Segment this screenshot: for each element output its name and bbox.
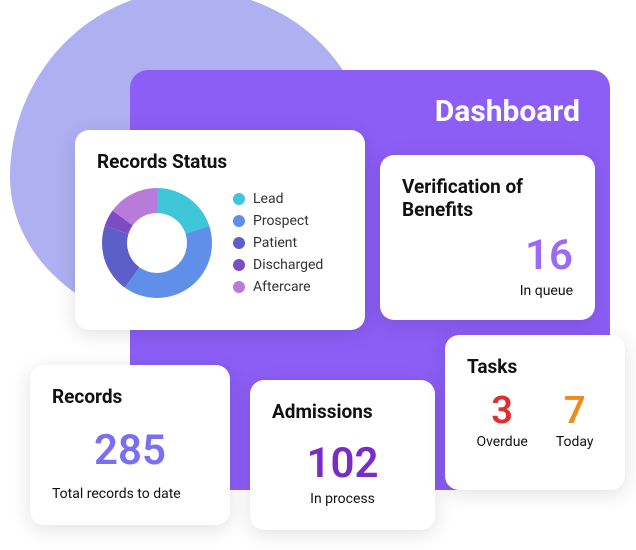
legend-item: Lead — [233, 191, 323, 207]
tasks-card: Tasks 3 Overdue 7 Today — [445, 335, 625, 490]
vob-card: Verification of Benefits 16 In queue — [380, 155, 595, 320]
records-title: Records — [52, 385, 208, 408]
records-status-legend: Lead Prospect Patient Discharged Aftercare — [233, 191, 323, 295]
records-sub: Total records to date — [52, 486, 208, 502]
legend-label: Prospect — [253, 213, 309, 229]
admissions-value: 102 — [272, 443, 413, 485]
records-card: Records 285 Total records to date — [30, 365, 230, 525]
legend-item: Prospect — [233, 213, 323, 229]
legend-dot-icon — [233, 281, 245, 293]
donut-segment — [125, 226, 212, 298]
legend-dot-icon — [233, 259, 245, 271]
vob-sub: In queue — [402, 283, 573, 299]
legend-label: Patient — [253, 235, 297, 251]
legend-dot-icon — [233, 193, 245, 205]
dashboard-title: Dashboard — [435, 94, 580, 129]
records-status-card: Records Status Lead Prospect Patient Discha… — [75, 130, 365, 330]
records-status-title: Records Status — [97, 150, 343, 173]
tasks-today-label: Today — [556, 434, 594, 450]
legend-dot-icon — [233, 215, 245, 227]
tasks-title: Tasks — [467, 355, 603, 378]
legend-label: Aftercare — [253, 279, 311, 295]
records-status-donut-chart — [97, 183, 217, 303]
tasks-today-value: 7 — [556, 392, 594, 430]
vob-value: 16 — [402, 235, 573, 277]
legend-label: Discharged — [253, 257, 323, 273]
admissions-sub: In process — [272, 491, 413, 507]
tasks-overdue-label: Overdue — [476, 434, 527, 450]
records-value: 285 — [52, 430, 208, 472]
legend-dot-icon — [233, 237, 245, 249]
legend-label: Lead — [253, 191, 283, 207]
donut-segment — [157, 188, 209, 234]
legend-item: Patient — [233, 235, 323, 251]
admissions-title: Admissions — [272, 400, 413, 423]
tasks-overdue-value: 3 — [476, 392, 527, 430]
legend-item: Discharged — [233, 257, 323, 273]
legend-item: Aftercare — [233, 279, 323, 295]
admissions-card: Admissions 102 In process — [250, 380, 435, 530]
vob-title: Verification of Benefits — [402, 175, 573, 221]
